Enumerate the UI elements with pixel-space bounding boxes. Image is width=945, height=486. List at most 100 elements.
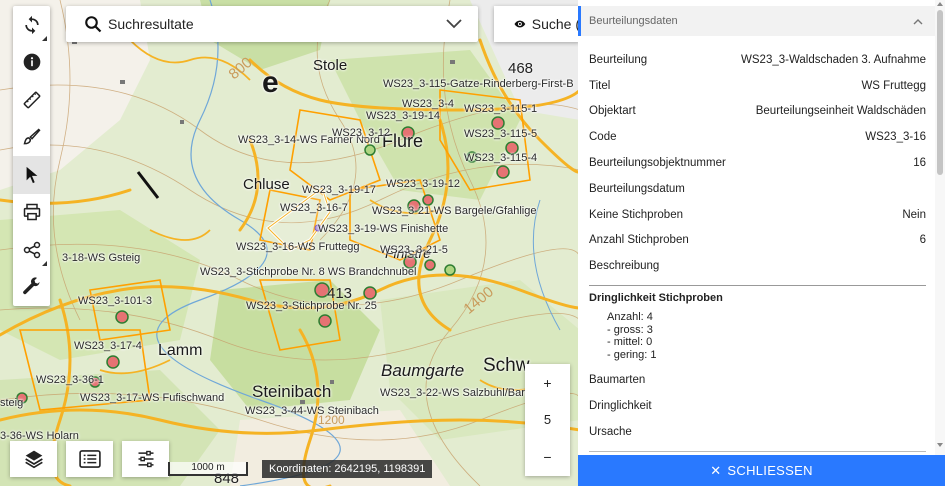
panel-title: Beurteilungsdaten [589,15,678,27]
place-chluse: Chluse [243,176,290,193]
zoom-out-button[interactable]: − [525,438,570,475]
map-object-label[interactable]: WS23_3-16-WS Fruttegg [236,241,360,253]
close-button-label: SCHLIESSEN [727,463,813,478]
urgency-section-title: Dringlichkeit Stichproben [589,292,723,304]
urgency-line: - gering: 1 [607,348,657,361]
scroll-thumb[interactable] [937,10,943,175]
map-object-label[interactable]: WS23_3-12 [332,127,390,139]
attribute-list-2: Baumarten Dringlichkeit Ursache [589,367,926,445]
attribute-row: Titel WS Fruttegg [589,73,926,99]
map-object-label[interactable]: WS23_3-17-WS Fufischwand [80,392,224,404]
draw-tool[interactable] [13,119,50,157]
attribute-row: Objektart Beurteilungseinheit Waldschäden [589,99,926,125]
attribute-row: Beurteilung WS23_3-Waldschaden 3. Aufnahm… [589,47,926,73]
info-tool[interactable] [13,44,50,82]
attribute-label: Beurteilung [589,53,648,66]
chevron-up-icon[interactable] [913,18,923,25]
attribute-value: 16 [913,157,926,170]
attribute-label: Baumarten [589,374,646,386]
print-icon [23,204,40,221]
map-object-label[interactable]: WS23_3-115-Gatze-Rinderberg-First-B [383,78,574,90]
attribute-label: Beurteilungsobjektnummer [589,157,726,170]
search-button[interactable]: Suche ( [494,6,580,42]
map-object-label[interactable]: WS23_3-16-7 [280,202,348,214]
tools-tool[interactable] [13,269,50,307]
urgency-line: Anzahl: 4 [607,311,653,323]
map-object-label[interactable]: WS23_3-36-1 [36,374,104,386]
attribute-label: Ursache [589,426,632,438]
map-object-label[interactable]: WS23_3-115-1 [464,103,537,115]
map-object-label[interactable]: 3-18-WS Gsteig [62,252,140,264]
layers-button[interactable] [10,441,57,477]
scroll-up-arrow[interactable] [937,2,943,6]
sliders-icon [138,450,153,468]
print-tool[interactable] [13,194,50,232]
attribute-row: Anzahl Stichproben 6 [589,228,926,254]
pointer-icon [26,166,37,183]
attribute-row: Beurteilungsdatum [589,176,926,202]
urgency-line: - gross: 3 [607,323,653,336]
place-lamm: Lamm [158,342,203,359]
attribute-label: Keine Stichproben [589,208,683,221]
place-e: e [262,66,279,99]
map-object-label[interactable]: WS23_3-21-WS Bargele/Gfahlige [372,205,536,217]
place-steinibach: Steinibach [252,382,332,401]
attribute-label: Titel [589,79,611,92]
search-bar[interactable]: Suchresultate [66,6,478,42]
map-object-label[interactable]: WS23_3-17-4 [74,340,142,352]
map-canvas[interactable]: Stole e Flure Chluse Finistre Lamm Stein… [0,0,580,486]
select-tool[interactable] [13,156,50,194]
brush-icon [23,128,41,145]
map-object-label[interactable]: WS23_3-19-17 [302,184,376,196]
map-object-label[interactable]: WS23_3-21-5 [380,244,448,256]
chevron-down-icon[interactable] [446,19,462,29]
zoom-level: 5 [543,412,552,427]
legend-button[interactable] [66,441,113,477]
map-object-label[interactable]: steig [0,397,23,409]
attribute-list: Beurteilung WS23_3-Waldschaden 3. Aufnahm… [589,47,926,279]
attribute-value: WS23_3-Waldschaden 3. Aufnahme [741,53,926,66]
attribute-value: Beurteilungseinheit Waldschäden [755,105,926,118]
zoom-in-button[interactable]: + [525,364,570,401]
measure-icon [23,91,40,109]
attribute-label: Beurteilungsdatum [589,182,685,195]
share-tool[interactable] [13,231,50,269]
attribute-value: WS23_3-16 [865,131,926,144]
map-object-label[interactable]: WS23_3-44-WS Steinibach [245,405,379,417]
wrench-icon [22,277,39,295]
attribute-row: Baumarten [589,367,926,393]
search-results-label: Suchresultate [108,16,194,32]
refresh-tool[interactable] [13,6,50,44]
refresh-icon [24,15,39,34]
attribute-row: Keine Stichproben Nein [589,202,926,228]
map-object-label[interactable]: WS23_3-101-3 [78,295,152,307]
eye-icon [514,20,526,28]
map-object-label[interactable]: WS23_3-Stichprobe Nr. 25 [246,300,377,312]
settings-button[interactable] [122,441,169,477]
attribute-row: Ursache [589,419,926,445]
panel-header[interactable]: Beurteilungsdaten [578,6,935,36]
map-object-label[interactable]: WS23_3-19-14 [366,110,440,122]
attribute-value: WS Fruttegg [861,79,926,92]
map-object-label[interactable]: WS23_3-22-WS Salzbuhl/Barege [380,387,543,399]
map-object-label[interactable]: WS23_3-4 [402,98,454,110]
close-icon: ✕ [710,462,722,478]
attribute-row: Beschreibung [589,253,926,279]
scale-bar: 1000 m [168,462,248,476]
map-object-label[interactable]: WS23_3-19-12 [386,178,460,190]
layers-icon [24,450,43,469]
measure-tool[interactable] [13,81,50,119]
zoom-control: + 5 − [525,364,570,476]
map-toolbar [13,6,50,306]
map-object-label[interactable]: WS23_3-115-5 [464,128,537,140]
map-object-label[interactable]: WS23_3-19-WS Finishette [318,223,448,235]
map-object-label[interactable]: WS23_3-Stichprobe Nr. 8 WS Brandchnubel [200,266,416,278]
panel-scrollbar[interactable] [935,0,945,455]
urgency-lines: Anzahl: 4 - gross: 3 - mittel: 0 - gerin… [607,311,926,361]
coordinates-display: Koordinaten: 2642195, 1198391 [262,460,433,478]
scroll-down-arrow[interactable] [937,443,943,447]
urgency-line: - mittel: 0 [607,336,653,348]
map-object-label[interactable]: WS23_3-115-4 [464,152,537,164]
close-button[interactable]: ✕ SCHLIESSEN [578,455,945,486]
divider [589,451,926,452]
